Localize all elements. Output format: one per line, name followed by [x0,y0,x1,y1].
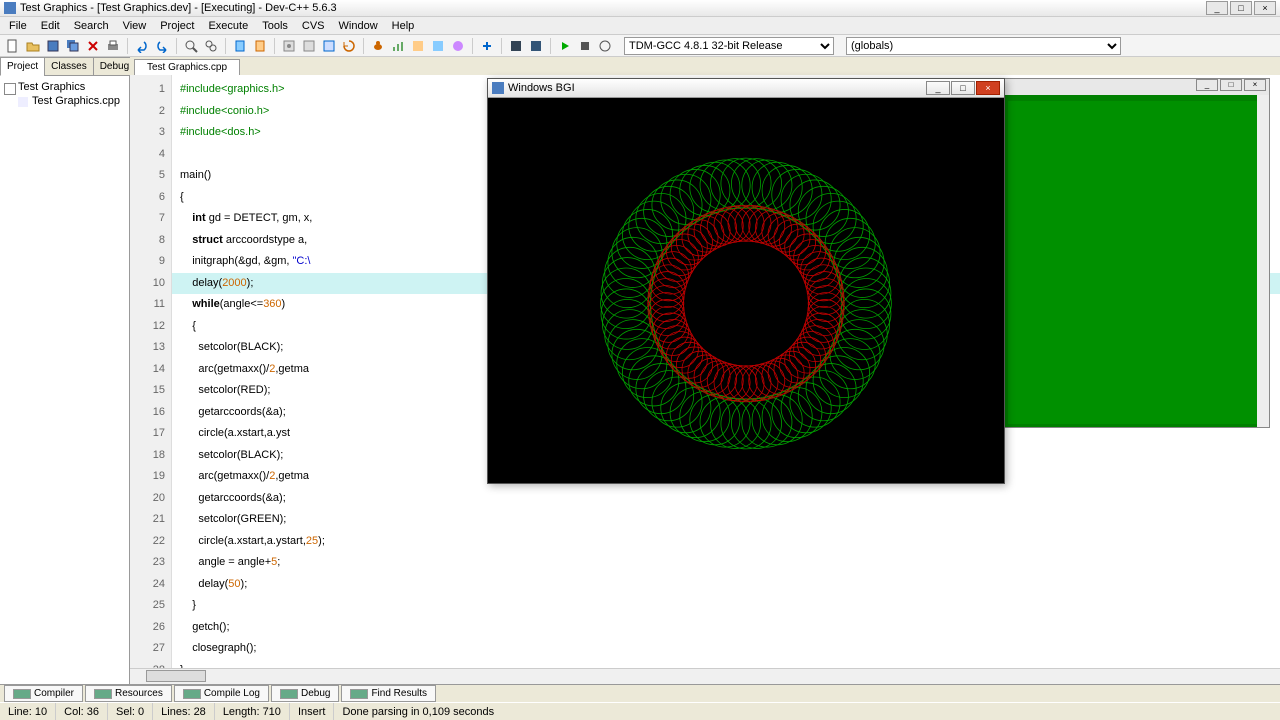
replace-icon[interactable] [202,37,220,55]
tb-icon-g[interactable] [596,37,614,55]
minimize-button[interactable]: _ [1206,1,1228,15]
bottom-tabs: CompilerResourcesCompile LogDebugFind Re… [0,684,1280,702]
menu-execute[interactable]: Execute [201,18,255,34]
file-tabs: Test Graphics.cpp [130,57,1280,75]
status-length: Length: 710 [215,703,290,720]
tb-icon-a[interactable] [409,37,427,55]
bottom-tab-debug[interactable]: Debug [271,685,339,702]
menu-edit[interactable]: Edit [34,18,67,34]
menubar: FileEditSearchViewProjectExecuteToolsCVS… [0,17,1280,35]
save-icon[interactable] [44,37,62,55]
tb-icon-f[interactable] [527,37,545,55]
app-titlebar: Test Graphics - [Test Graphics.dev] - [E… [0,0,1280,17]
editor-hscrollbar[interactable] [130,668,1280,684]
side-tabs: Project Classes Debug [0,57,129,76]
console-vscrollbar[interactable] [1257,95,1269,427]
console-titlebar: _ □ × [1005,79,1269,95]
bgi-titlebar: Windows BGI _ □ × [488,79,1004,98]
project-tree: Test Graphics Test Graphics.cpp [0,76,129,112]
console-maximize-button[interactable]: □ [1220,79,1242,91]
status-lines: Lines: 28 [153,703,215,720]
close-button[interactable]: × [1254,1,1276,15]
bottom-tab-compiler[interactable]: Compiler [4,685,83,702]
toolbar: TDM-GCC 4.8.1 32-bit Release (globals) [0,35,1280,57]
bgi-maximize-button[interactable]: □ [951,81,975,95]
side-panel: Project Classes Debug Test Graphics Test… [0,57,130,684]
close-file-icon[interactable] [84,37,102,55]
tb-icon-c[interactable] [449,37,467,55]
tb-icon-d[interactable] [478,37,496,55]
tree-file[interactable]: Test Graphics.cpp [18,94,125,108]
undo-icon[interactable] [133,37,151,55]
statusbar: Line: 10 Col: 36 Sel: 0 Lines: 28 Length… [0,702,1280,720]
open-icon[interactable] [24,37,42,55]
status-col: Col: 36 [56,703,108,720]
bgi-close-button[interactable]: × [976,81,1000,95]
status-sel: Sel: 0 [108,703,153,720]
line-gutter: 1234567891011121314151617181920212223242… [130,75,172,668]
tb-icon-b[interactable] [429,37,447,55]
run-play-icon[interactable] [556,37,574,55]
app-title: Test Graphics - [Test Graphics.dev] - [E… [20,2,1206,14]
bgi-window[interactable]: Windows BGI _ □ × [487,78,1005,484]
app-icon [4,2,16,14]
goto-bookmark-icon[interactable] [251,37,269,55]
status-line: Line: 10 [0,703,56,720]
tab-project[interactable]: Project [0,57,45,76]
debug-icon[interactable] [369,37,387,55]
bottom-tab-compile-log[interactable]: Compile Log [174,685,269,702]
status-msg: Done parsing in 0,109 seconds [334,703,1280,720]
bgi-icon [492,82,504,94]
find-icon[interactable] [182,37,200,55]
profile-icon[interactable] [389,37,407,55]
redo-icon[interactable] [153,37,171,55]
console-minimize-button[interactable]: _ [1196,79,1218,91]
menu-cvs[interactable]: CVS [295,18,332,34]
compile-run-icon[interactable] [320,37,338,55]
scope-select[interactable]: (globals) [846,37,1121,55]
bgi-title-text: Windows BGI [508,82,926,94]
menu-window[interactable]: Window [332,18,385,34]
toggle-bookmark-icon[interactable] [231,37,249,55]
console-output [1008,101,1257,424]
print-icon[interactable] [104,37,122,55]
bottom-tab-resources[interactable]: Resources [85,685,172,702]
run-icon[interactable] [300,37,318,55]
menu-search[interactable]: Search [67,18,116,34]
console-window[interactable]: _ □ × [1004,78,1270,428]
compiler-select[interactable]: TDM-GCC 4.8.1 32-bit Release [624,37,834,55]
status-mode: Insert [290,703,335,720]
tree-root[interactable]: Test Graphics [4,80,125,94]
tab-classes[interactable]: Classes [44,57,94,76]
saveall-icon[interactable] [64,37,82,55]
compile-icon[interactable] [280,37,298,55]
menu-file[interactable]: File [2,18,34,34]
new-icon[interactable] [4,37,22,55]
window-controls: _ □ × [1206,1,1276,15]
menu-view[interactable]: View [116,18,154,34]
bottom-tab-find-results[interactable]: Find Results [341,685,436,702]
rebuild-icon[interactable] [340,37,358,55]
bgi-canvas [488,98,1004,483]
menu-help[interactable]: Help [385,18,422,34]
stop-icon[interactable] [576,37,594,55]
console-close-button[interactable]: × [1244,79,1266,91]
tb-icon-e[interactable] [507,37,525,55]
menu-tools[interactable]: Tools [255,18,295,34]
menu-project[interactable]: Project [153,18,201,34]
bgi-minimize-button[interactable]: _ [926,81,950,95]
file-tab[interactable]: Test Graphics.cpp [134,59,240,75]
maximize-button[interactable]: □ [1230,1,1252,15]
